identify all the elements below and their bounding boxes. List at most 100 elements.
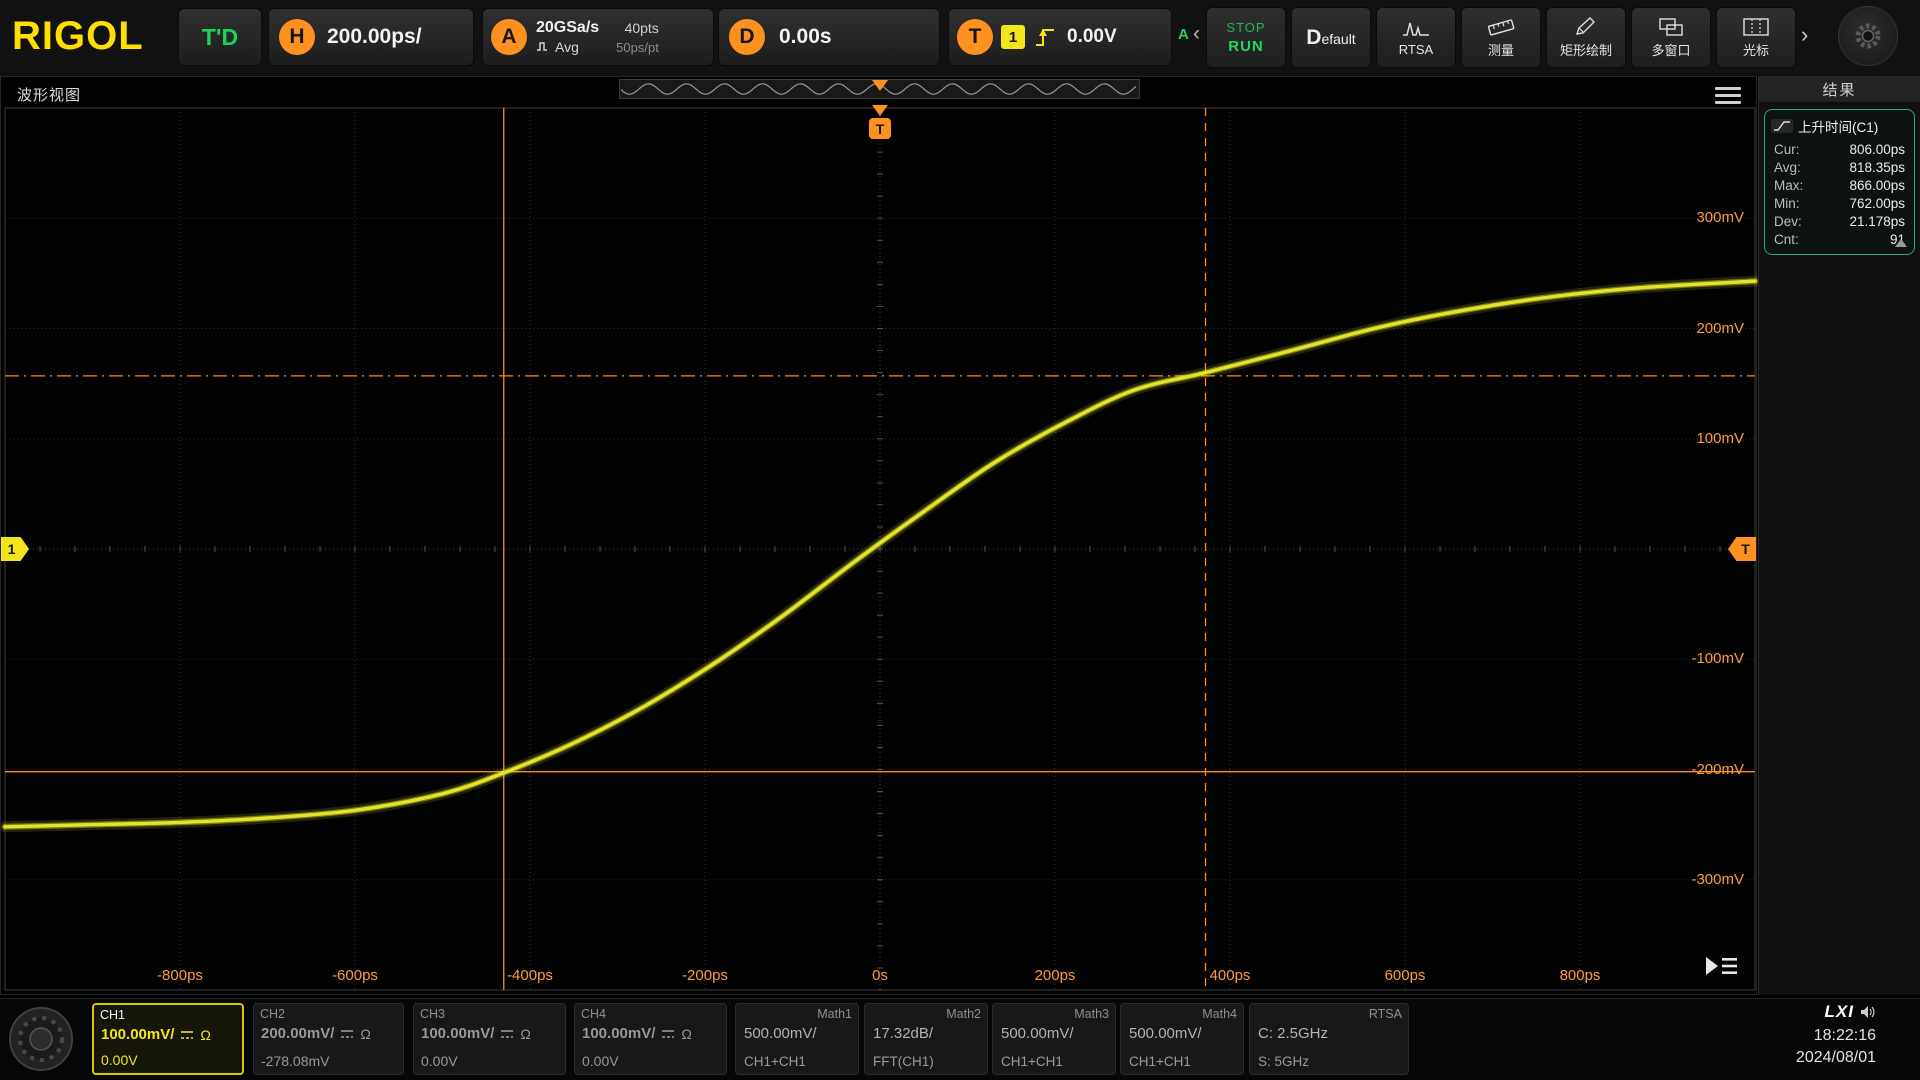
rtsa-center-freq: C: 2.5GHz	[1258, 1025, 1328, 1042]
pencil-icon	[1571, 17, 1601, 37]
assistant-icon[interactable]	[1838, 6, 1898, 66]
impedance-icon: Ω	[520, 1026, 530, 1042]
clock-time: 18:22:16	[1796, 1027, 1876, 1045]
spectrum-icon	[1401, 19, 1431, 39]
channel-scale: 200.00mV/	[261, 1025, 334, 1042]
dc-coupling-icon	[499, 1028, 515, 1040]
trigger-position-triangle[interactable]	[872, 105, 888, 116]
channel-offset: 0.00V	[421, 1053, 458, 1069]
measurement-row: Dev:21.178ps	[1765, 212, 1914, 230]
run-label: RUN	[1228, 38, 1264, 55]
multifunction-knob-icon[interactable]	[8, 1002, 74, 1080]
y-axis-label: 200mV	[1696, 320, 1744, 337]
channel-name: CH1	[100, 1008, 125, 1022]
stop-label: STOP	[1226, 20, 1265, 35]
horizontal-badge: H	[279, 19, 315, 55]
avg-mode-icon	[536, 41, 551, 53]
results-panel-title: 结果	[1759, 76, 1920, 102]
impedance-icon: Ω	[360, 1026, 370, 1042]
expand-card-icon[interactable]	[1895, 239, 1907, 247]
trigger-slope-icon	[1033, 23, 1059, 51]
results-panel: 结果 上升时间(C1) Cur:806.00ps Avg:818.35ps Ma…	[1758, 76, 1920, 995]
rtsa-span: S: 5GHz	[1258, 1054, 1309, 1069]
channel-offset: 0.00V	[582, 1053, 619, 1069]
measurement-row: Cur:806.00ps	[1765, 140, 1914, 158]
delay-value: 0.00s	[779, 25, 832, 49]
result-bar-toggle-icon[interactable]	[1701, 953, 1741, 984]
measurement-row: Max:866.00ps	[1765, 176, 1914, 194]
rigol-logo: RIGOL	[12, 14, 144, 59]
rtsa-button[interactable]: RTSA	[1376, 7, 1456, 68]
rise-time-measurement-card[interactable]: 上升时间(C1) Cur:806.00ps Avg:818.35ps Max:8…	[1764, 109, 1915, 255]
waveform-plot[interactable]	[1, 77, 1758, 996]
measurement-row: Min:762.00ps	[1765, 194, 1914, 212]
trigger-sweep-mode: A	[1178, 26, 1189, 43]
speaker-icon[interactable]	[1860, 1005, 1876, 1019]
trigger-badge: T	[957, 19, 993, 55]
channel-box-ch3[interactable]: CH3 100.00mV/ Ω 0.00V	[413, 1003, 566, 1075]
x-axis-label: -600ps	[332, 967, 378, 984]
channel-box-ch4[interactable]: CH4 100.00mV/ Ω 0.00V	[574, 1003, 727, 1075]
measure-button[interactable]: 测量	[1461, 7, 1541, 68]
channel-scale: 100.00mV/	[582, 1025, 655, 1042]
channel-offset: 0.00V	[101, 1052, 138, 1068]
channel-name: CH3	[420, 1007, 445, 1021]
run-stop-button[interactable]: STOP RUN	[1206, 7, 1286, 68]
x-axis-label: 600ps	[1385, 967, 1426, 984]
x-axis-label: -200ps	[682, 967, 728, 984]
math-box-math1[interactable]: Math1 500.00mV/ CH1+CH1	[735, 1003, 859, 1075]
trigger-status-label: T'D	[202, 24, 238, 51]
acquire-mode: Avg	[555, 39, 579, 55]
trigger-status-box[interactable]: T'D	[178, 8, 262, 66]
horizontal-scale-box[interactable]: H 200.00ps/	[268, 8, 474, 66]
y-axis-label: -100mV	[1691, 650, 1744, 667]
collapse-toolbar-icon[interactable]: ‹	[1193, 22, 1200, 46]
math-box-math2[interactable]: Math2 17.32dB/ FFT(CH1)	[864, 1003, 988, 1075]
delay-badge: D	[729, 19, 765, 55]
math-box-math3[interactable]: Math3 500.00mV/ CH1+CH1	[992, 1003, 1116, 1075]
gear-icon	[1851, 19, 1885, 53]
cursor-icon	[1741, 17, 1771, 37]
measurement-row: Avg:818.35ps	[1765, 158, 1914, 176]
ruler-icon	[1486, 17, 1516, 37]
multi-window-icon	[1656, 17, 1686, 37]
channel-name: CH4	[581, 1007, 606, 1021]
rtsa-box[interactable]: RTSA C: 2.5GHz S: 5GHz	[1249, 1003, 1409, 1075]
impedance-icon: Ω	[200, 1027, 210, 1043]
channel-scale: 100.00mV/	[421, 1025, 494, 1042]
cursor-button[interactable]: 光标	[1716, 7, 1796, 68]
rise-time-icon	[1771, 119, 1793, 133]
clock-date: 2024/08/01	[1796, 1049, 1876, 1067]
waveform-view: 波形视图 T 1 T -800ps-600ps-400ps-200ps0s200…	[0, 76, 1757, 995]
default-button[interactable]: Default	[1291, 7, 1371, 68]
trigger-settings-box[interactable]: T 1 0.00V	[948, 8, 1172, 66]
trigger-source: 1	[1001, 25, 1025, 49]
x-axis-label: 400ps	[1210, 967, 1251, 984]
dc-coupling-icon	[179, 1029, 195, 1041]
top-toolbar: RIGOL T'D H 200.00ps/ A 20GSa/s Avg 40pt…	[0, 0, 1920, 76]
dc-coupling-icon	[660, 1028, 676, 1040]
trigger-position-flag[interactable]: T	[869, 118, 891, 139]
x-axis-label: -400ps	[507, 967, 553, 984]
status-clock: LXI 18:22:16 2024/08/01	[1796, 1002, 1876, 1067]
channel-offset: -278.08mV	[261, 1053, 329, 1069]
y-axis-label: 300mV	[1696, 209, 1744, 226]
x-axis-label: 200ps	[1035, 967, 1076, 984]
x-axis-label: 0s	[872, 967, 888, 984]
y-axis-label: 100mV	[1696, 430, 1744, 447]
acquisition-box[interactable]: A 20GSa/s Avg 40pts 50ps/pt	[482, 8, 714, 66]
y-axis-label: -200mV	[1691, 761, 1744, 778]
bottom-bar: CH1 100.00mV/ Ω 0.00V CH2 200.00mV/ Ω -2…	[0, 998, 1920, 1080]
math-box-math4[interactable]: Math4 500.00mV/ CH1+CH1	[1120, 1003, 1244, 1075]
more-tools-icon[interactable]: ›	[1801, 22, 1808, 48]
horizontal-delay-box[interactable]: D 0.00s	[718, 8, 940, 66]
y-axis-label: -300mV	[1691, 871, 1744, 888]
acquisition-badge: A	[491, 19, 527, 55]
channel-scale: 100.00mV/	[101, 1026, 174, 1043]
rect-draw-button[interactable]: 矩形绘制	[1546, 7, 1626, 68]
channel-box-ch2[interactable]: CH2 200.00mV/ Ω -278.08mV	[253, 1003, 404, 1075]
multi-window-button[interactable]: 多窗口	[1631, 7, 1711, 68]
impedance-icon: Ω	[681, 1026, 691, 1042]
trigger-level: 0.00V	[1067, 26, 1117, 48]
channel-box-ch1[interactable]: CH1 100.00mV/ Ω 0.00V	[92, 1003, 244, 1075]
